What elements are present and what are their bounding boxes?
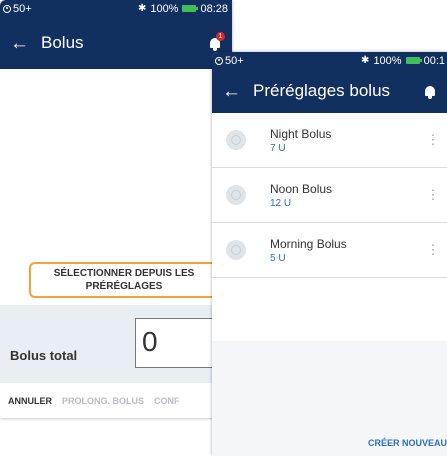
back-arrow-icon[interactable]: ←: [10, 34, 29, 53]
bluetooth-icon: ✱: [137, 3, 147, 14]
more-options-icon[interactable]: ⋮: [423, 132, 443, 148]
bolus-screen: 50+ ✱ 100% 08:28 ← Bolus 1 SÉLECTIONNER …: [0, 0, 232, 418]
notification-button[interactable]: 1: [208, 32, 225, 51]
pump-status-icon: [215, 56, 223, 65]
app-bar: ← Préréglages bolus: [212, 69, 447, 113]
more-options-icon[interactable]: ⋮: [423, 242, 443, 258]
pump-status-icon: [3, 4, 11, 13]
status-bar: 50+ ✱ 100% 00:1: [212, 52, 447, 69]
bluetooth-icon: ✱: [361, 55, 370, 66]
bolus-total-label: Bolus total: [10, 348, 78, 363]
status-bar: 50+ ✱ 100% 08:28: [0, 0, 232, 17]
preset-name: Noon Bolus: [270, 181, 333, 196]
list-item[interactable]: Morning Bolus 5 U ⋮: [212, 223, 447, 278]
page-title: Préréglages bolus: [253, 81, 391, 100]
battery-percent: 100%: [150, 2, 179, 15]
status-time: 08:28: [200, 2, 228, 15]
battery-icon: [405, 57, 422, 64]
preset-name: Night Bolus: [270, 126, 332, 141]
back-arrow-icon[interactable]: ←: [222, 82, 241, 101]
select-presets-button[interactable]: SÉLECTIONNER DEPUIS LES PRÉRÉGLAGES: [29, 262, 219, 298]
action-bar: ANNULER PROLONG. BOLUS CONF: [0, 383, 232, 418]
preset-icon: [226, 240, 246, 260]
notification-button[interactable]: [423, 83, 437, 99]
list-item[interactable]: Noon Bolus 12 U ⋮: [212, 168, 447, 223]
page-title: Bolus: [41, 33, 84, 52]
status-left-text: 50+: [13, 2, 32, 15]
list-item[interactable]: Night Bolus 7 U ⋮: [212, 113, 447, 168]
preset-units: 7 U: [270, 142, 286, 154]
cancel-button[interactable]: ANNULER: [8, 396, 52, 406]
app-bar: ← Bolus 1: [0, 17, 232, 69]
status-left-text: 50+: [225, 54, 244, 67]
battery-icon: [182, 5, 199, 12]
preset-name: Morning Bolus: [270, 236, 347, 251]
preset-list: Night Bolus 7 U ⋮ Noon Bolus 12 U ⋮ Morn…: [212, 113, 447, 278]
create-new-button[interactable]: CRÉER NOUVEAU: [368, 438, 447, 448]
extend-bolus-button[interactable]: PROLONG. BOLUS: [62, 396, 144, 406]
notification-badge: 1: [216, 32, 225, 41]
bolus-presets-screen: 50+ ✱ 100% 00:1 ← Préréglages bolus Nigh…: [212, 52, 447, 456]
status-time: 00:1: [423, 54, 445, 67]
preset-icon: [226, 130, 246, 150]
battery-percent: 100%: [373, 54, 402, 67]
more-options-icon[interactable]: ⋮: [423, 187, 443, 203]
confirm-button[interactable]: CONF: [154, 396, 180, 406]
preset-icon: [226, 185, 246, 205]
preset-units: 12 U: [270, 197, 292, 209]
preset-units: 5 U: [270, 252, 286, 264]
bell-icon: [425, 86, 435, 99]
